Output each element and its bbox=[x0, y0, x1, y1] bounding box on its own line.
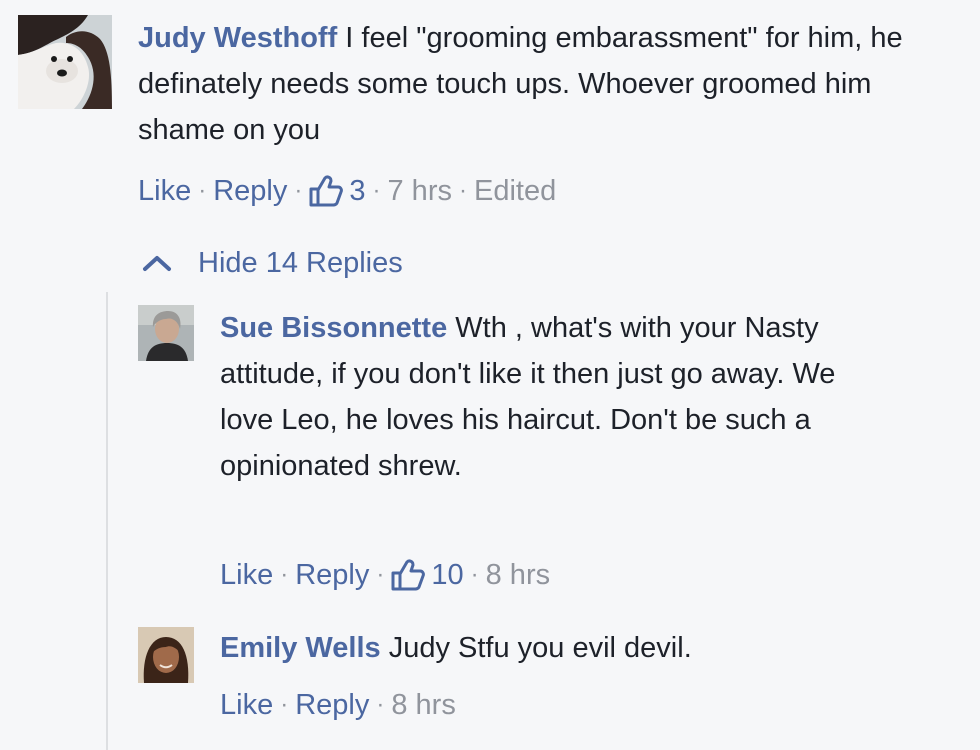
reply-text: Judy Stfu you evil devil. bbox=[380, 632, 692, 664]
timestamp[interactable]: 8 hrs bbox=[391, 685, 455, 725]
avatar[interactable] bbox=[138, 305, 194, 361]
hide-replies-toggle[interactable]: Hide 14 Replies bbox=[142, 240, 403, 286]
chevron-up-icon bbox=[142, 254, 172, 272]
like-count: 10 bbox=[431, 559, 464, 591]
reaction-count[interactable]: 3 bbox=[309, 171, 366, 211]
avatar[interactable] bbox=[18, 15, 112, 109]
separator: · bbox=[470, 561, 479, 588]
separator: · bbox=[280, 691, 289, 718]
like-count: 3 bbox=[349, 175, 366, 207]
separator: · bbox=[458, 177, 467, 204]
reply-button[interactable]: Reply bbox=[213, 171, 287, 211]
separator: · bbox=[372, 177, 381, 204]
timestamp[interactable]: 8 hrs bbox=[486, 555, 550, 595]
reply-actions: Like · Reply · 10 · 8 hrs bbox=[220, 555, 550, 595]
reaction-count[interactable]: 10 bbox=[391, 555, 464, 595]
reply-author[interactable]: Emily Wells bbox=[220, 632, 381, 664]
separator: · bbox=[280, 561, 289, 588]
thumbs-up-icon bbox=[391, 559, 426, 591]
avatar[interactable] bbox=[138, 627, 194, 683]
comment-text-block: Judy Westhoff I feel "grooming embarassm… bbox=[138, 15, 958, 153]
separator: · bbox=[376, 561, 385, 588]
like-button[interactable]: Like bbox=[138, 171, 191, 211]
separator: · bbox=[198, 177, 207, 204]
like-button[interactable]: Like bbox=[220, 555, 273, 595]
reply-button[interactable]: Reply bbox=[295, 555, 369, 595]
reply-actions: Like · Reply · 8 hrs bbox=[220, 685, 456, 725]
hide-replies-label: Hide 14 Replies bbox=[198, 246, 403, 279]
replies-thread-line bbox=[106, 292, 108, 750]
comment-actions: Like · Reply · 3 · 7 hrs · Edited bbox=[138, 171, 556, 211]
reply-text-block: Emily Wells Judy Stfu you evil devil. bbox=[220, 625, 940, 671]
separator: · bbox=[294, 177, 303, 204]
timestamp[interactable]: 7 hrs bbox=[388, 171, 452, 211]
reply-button[interactable]: Reply bbox=[295, 685, 369, 725]
reply-author[interactable]: Sue Bissonnette bbox=[220, 312, 447, 344]
edited-label[interactable]: Edited bbox=[474, 171, 556, 211]
thumbs-up-icon bbox=[309, 175, 344, 207]
separator: · bbox=[376, 691, 385, 718]
reply-text-block: Sue Bissonnette Wth , what's with your N… bbox=[220, 305, 880, 489]
like-button[interactable]: Like bbox=[220, 685, 273, 725]
comment-author[interactable]: Judy Westhoff bbox=[138, 22, 337, 54]
